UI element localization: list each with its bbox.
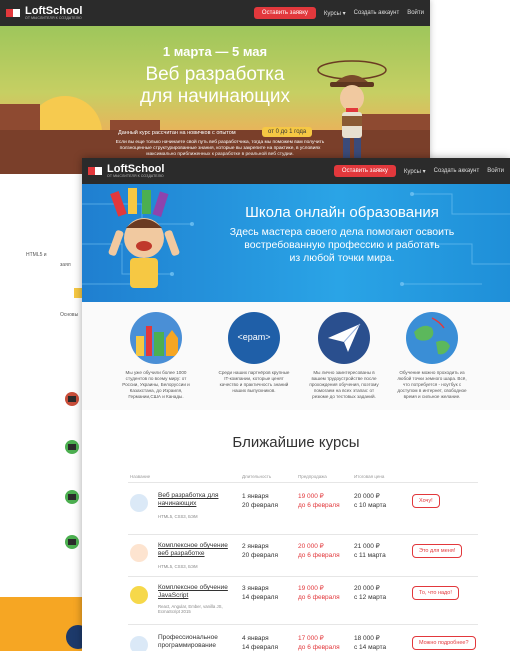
- divider: [128, 624, 478, 625]
- hero-title: Веб разработка для начинающих: [140, 64, 290, 107]
- blue-hero: Школа онлайн образования Здесь мастера с…: [82, 184, 510, 302]
- course-duration: 1 января 20 февраля: [242, 493, 278, 509]
- column-header-presale: Предпродажа: [298, 474, 327, 479]
- divider: [128, 534, 478, 535]
- course-tags: HTML5, CSS3, БЭМ: [158, 514, 198, 519]
- course-final-price: 21 000 ₽ с 11 марта: [354, 543, 386, 559]
- course-enroll-button[interactable]: Можно подробнее?: [412, 636, 476, 650]
- globe-icon: [406, 312, 458, 364]
- divider: [128, 576, 478, 577]
- course-presale: 19 000 ₽ до 6 февраля: [298, 493, 340, 509]
- course-tags: HTML5, CSS3, БЭМ: [158, 564, 198, 569]
- course-presale: 19 000 ₽ до 6 февраля: [298, 585, 340, 601]
- logo-icon: [88, 165, 104, 177]
- feature-text: Мы лично заинтересованы в вашем трудоуст…: [309, 370, 379, 399]
- signup-link[interactable]: Создать аккаунт: [434, 168, 480, 174]
- course-enroll-button[interactable]: Хочу!: [412, 494, 440, 508]
- feature-card: <epam> Среди наших партнёров крупные IT-…: [216, 312, 292, 394]
- course-icon: [65, 490, 79, 504]
- course-beginner-icon: [130, 494, 148, 512]
- course-name[interactable]: Комплексное обучение веб разработке: [158, 542, 236, 558]
- course-presale: 17 000 ₽ до 6 февраля: [298, 635, 340, 651]
- paper-plane-icon: [318, 312, 370, 364]
- feature-text: Среди наших партнёров крупные IT-компани…: [218, 370, 290, 393]
- course-name[interactable]: Веб разработка для начинающих: [158, 492, 236, 508]
- course-row[interactable]: Комплексное обучение веб разработке HTML…: [128, 538, 478, 584]
- back-page-accent: [74, 288, 82, 298]
- course-pro-icon: [130, 636, 148, 651]
- course-js-icon: [130, 586, 148, 604]
- student-illustration: [108, 188, 180, 288]
- hero-note: Данный курс рассчитан на новичков с опыт…: [118, 130, 236, 136]
- feature-card: Мы уже обучили более 1000 студентов по в…: [118, 312, 194, 400]
- course-presale: 20 000 ₽ до 6 февраля: [298, 543, 340, 559]
- request-button[interactable]: Оставить заявку: [253, 7, 316, 19]
- login-link[interactable]: Войти: [487, 168, 504, 174]
- course-name[interactable]: Комплексное обучение JavaScript: [158, 584, 236, 600]
- course-enroll-button[interactable]: Это для меня!: [412, 544, 463, 558]
- course-duration: 2 января 20 февраля: [242, 543, 278, 559]
- back-page-text: Основы: [60, 312, 79, 318]
- city-landmarks-icon: [130, 312, 182, 364]
- course-final-price: 18 000 ₽ с 14 марта: [354, 635, 387, 651]
- epam-logo-icon: <epam>: [228, 312, 280, 364]
- column-header-name: Название: [130, 474, 151, 479]
- course-icon: [65, 535, 79, 549]
- back-logo[interactable]: LoftSchool ОТ МЫСЛИТЕЛЯ К СОЗДАТЕЛЮ: [6, 5, 82, 21]
- feature-text: Обучение можно проходить из любой точки …: [397, 370, 467, 399]
- course-row[interactable]: Профессиональное программирование 4 янва…: [128, 630, 478, 651]
- course-html5-icon: [130, 544, 148, 562]
- hero-description: Здесь мастера своего дела помогают освои…: [229, 226, 455, 264]
- feature-card: Мы лично заинтересованы в вашем трудоуст…: [306, 312, 382, 400]
- course-duration: 3 января 14 февраля: [242, 585, 278, 601]
- course-row[interactable]: Веб разработка для начинающих HTML5, CSS…: [128, 488, 478, 534]
- courses-menu[interactable]: Курсы ▾: [404, 168, 426, 175]
- desert-hero: 1 марта — 5 мая Веб разработка для начин…: [0, 26, 430, 174]
- column-header-duration: Длительность: [242, 474, 272, 479]
- course-final-price: 20 000 ₽ с 12 марта: [354, 585, 387, 601]
- course-name[interactable]: Профессиональное программирование: [158, 634, 236, 650]
- courses-menu[interactable]: Курсы ▾: [324, 10, 346, 17]
- back-page-text: HTML5 и: [26, 252, 47, 258]
- logo-tagline: ОТ МЫСЛИТЕЛЯ К СОЗДАТЕЛЮ: [107, 173, 164, 178]
- request-button[interactable]: Оставить заявку: [333, 165, 396, 177]
- experience-badge: от 0 до 1 года: [262, 127, 313, 137]
- course-dates: 1 марта — 5 мая: [162, 44, 268, 59]
- column-header-final: Итоговая цена: [354, 474, 385, 479]
- feature-card: Обучение можно проходить из любой точки …: [394, 312, 470, 400]
- feature-text: Мы уже обучили более 1000 студентов по в…: [122, 370, 190, 399]
- course-row[interactable]: Комплексное обучение JavaScript React, A…: [128, 580, 478, 626]
- signup-link[interactable]: Создать аккаунт: [354, 10, 400, 16]
- course-tags: React, Angular, Ember, vanilla JS, EcmaS…: [158, 604, 223, 614]
- hero-title: Школа онлайн образования: [245, 204, 439, 221]
- courses-heading: Ближайшие курсы: [232, 434, 360, 451]
- features-section: Мы уже обучили более 1000 студентов по в…: [82, 302, 510, 410]
- course-duration: 4 января 14 февраля: [242, 635, 278, 651]
- login-link[interactable]: Войти: [407, 10, 424, 16]
- back-top-nav: LoftSchool ОТ МЫСЛИТЕЛЯ К СОЗДАТЕЛЮ Оста…: [0, 0, 430, 26]
- divider: [128, 482, 478, 483]
- course-enroll-button[interactable]: То, что надо!: [412, 586, 459, 600]
- logo-tagline: ОТ МЫСЛИТЕЛЯ К СОЗДАТЕЛЮ: [25, 15, 82, 20]
- course-icon: [65, 392, 79, 406]
- front-logo[interactable]: LoftSchool ОТ МЫСЛИТЕЛЯ К СОЗДАТЕЛЮ: [88, 163, 164, 179]
- course-final-price: 20 000 ₽ с 10 марта: [354, 493, 387, 509]
- logo-icon: [6, 7, 22, 19]
- hero-description: Если вы еще только начинаете свой путь в…: [115, 140, 325, 157]
- course-icon: [65, 440, 79, 454]
- front-top-nav: LoftSchool ОТ МЫСЛИТЕЛЯ К СОЗДАТЕЛЮ Оста…: [82, 158, 510, 184]
- front-page-preview: LoftSchool ОТ МЫСЛИТЕЛЯ К СОЗДАТЕЛЮ Оста…: [82, 158, 510, 651]
- back-page-text: заял: [60, 262, 71, 268]
